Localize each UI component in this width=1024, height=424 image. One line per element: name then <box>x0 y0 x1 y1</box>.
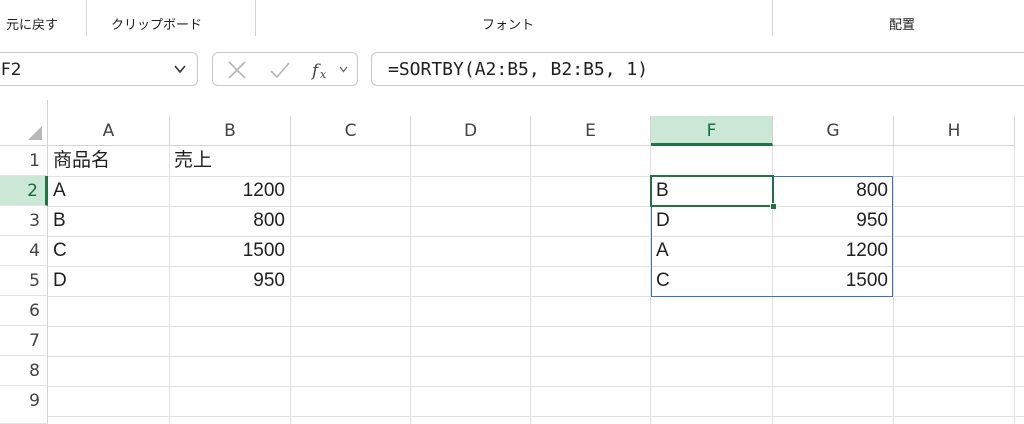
cell-g3[interactable]: 950 <box>773 206 893 236</box>
gridline <box>48 356 1024 357</box>
ribbon-group-alignment[interactable]: 配置 <box>773 0 1024 44</box>
check-icon[interactable] <box>269 60 291 80</box>
gridline <box>290 146 291 424</box>
cell-a4[interactable]: C <box>49 236 169 266</box>
cell-g2[interactable]: 800 <box>773 176 893 206</box>
cell-a5[interactable]: D <box>49 266 169 296</box>
cell-a1[interactable]: 商品名 <box>49 146 169 176</box>
gridline <box>48 296 1024 297</box>
gridline <box>410 146 411 424</box>
gridline <box>650 146 651 424</box>
formula-bar: F2 f x =SORTBY(A2:B5, B2:B5, 1) <box>0 44 1024 100</box>
cell-f3[interactable]: D <box>652 206 772 236</box>
cell-b4[interactable]: 1500 <box>170 236 290 266</box>
column-header-e[interactable]: E <box>531 116 651 146</box>
column-header-h[interactable]: H <box>894 116 1015 146</box>
row-header-1[interactable]: 1 <box>0 146 48 176</box>
gridline <box>1014 146 1015 424</box>
worksheet-grid[interactable]: A B C D E F G H 1 2 3 4 5 6 7 8 9 商品名 売上… <box>0 100 1024 424</box>
cell-g5[interactable]: 1500 <box>773 266 893 296</box>
select-all-button[interactable] <box>0 100 48 146</box>
chevron-down-icon[interactable] <box>339 65 348 74</box>
cell-f4[interactable]: A <box>652 236 772 266</box>
gridline <box>893 146 894 424</box>
chevron-down-icon[interactable] <box>173 62 187 76</box>
cell-f5[interactable]: C <box>652 266 772 296</box>
gridline <box>530 146 531 424</box>
cell-b1[interactable]: 売上 <box>170 146 290 176</box>
fill-handle[interactable] <box>770 203 777 210</box>
formula-input[interactable]: =SORTBY(A2:B5, B2:B5, 1) <box>371 52 1024 86</box>
ribbon-group-clipboard[interactable]: クリップボード <box>87 0 255 44</box>
cell-b5[interactable]: 950 <box>170 266 290 296</box>
ribbon-group-alignment-label: 配置 <box>889 18 916 33</box>
ribbon-group-undo-label: 元に戻す <box>6 18 59 33</box>
cell-f2[interactable]: B <box>652 176 772 206</box>
x-icon[interactable] <box>227 60 247 80</box>
select-all-triangle-icon <box>28 126 42 140</box>
row-header-5[interactable]: 5 <box>0 266 48 296</box>
row-header-3[interactable]: 3 <box>0 206 48 236</box>
cell-a2[interactable]: A <box>49 176 169 206</box>
row-header-8[interactable]: 8 <box>0 356 48 386</box>
formula-controls: f x <box>212 52 358 86</box>
cell-b2[interactable]: 1200 <box>170 176 290 206</box>
cell-b3[interactable]: 800 <box>170 206 290 236</box>
cell-g4[interactable]: 1200 <box>773 236 893 266</box>
ribbon-group-font[interactable]: フォント <box>256 0 772 44</box>
name-box-value: F2 <box>1 60 22 80</box>
ribbon: 元に戻す クリップボード フォント 配置 <box>0 0 1024 45</box>
formula-text: =SORTBY(A2:B5, B2:B5, 1) <box>388 59 649 80</box>
ribbon-group-undo[interactable]: 元に戻す <box>0 0 84 44</box>
gridline <box>48 416 1024 417</box>
column-header-f[interactable]: F <box>651 116 773 146</box>
row-header-2[interactable]: 2 <box>0 176 48 206</box>
ribbon-group-clipboard-label: クリップボード <box>111 18 203 33</box>
svg-text:x: x <box>320 68 327 81</box>
row-header-9[interactable]: 9 <box>0 386 48 424</box>
column-header-g[interactable]: G <box>773 116 894 146</box>
column-header-a[interactable]: A <box>48 116 170 146</box>
cell-a3[interactable]: B <box>49 206 169 236</box>
name-box[interactable]: F2 <box>0 52 198 86</box>
gridline <box>48 326 1024 327</box>
column-header-b[interactable]: B <box>170 116 291 146</box>
ribbon-group-font-label: フォント <box>482 18 535 33</box>
row-header-7[interactable]: 7 <box>0 326 48 356</box>
column-header-c[interactable]: C <box>291 116 411 146</box>
gridline <box>48 386 1024 387</box>
column-header-d[interactable]: D <box>411 116 531 146</box>
fx-icon[interactable]: f x <box>311 59 333 81</box>
row-header-4[interactable]: 4 <box>0 236 48 266</box>
row-header-6[interactable]: 6 <box>0 296 48 326</box>
